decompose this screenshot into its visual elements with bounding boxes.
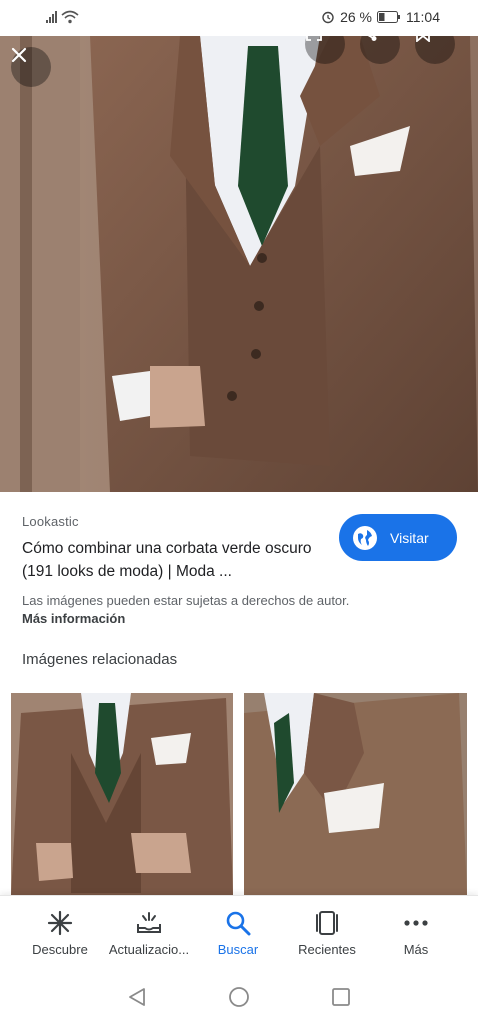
nav-recientes[interactable]: Recientes bbox=[279, 896, 375, 970]
related-image-1[interactable] bbox=[11, 693, 233, 895]
nav-label-buscar: Buscar bbox=[217, 942, 259, 957]
visit-label: Visitar bbox=[390, 529, 429, 546]
globe-icon bbox=[353, 525, 377, 550]
connectivity-indicators bbox=[46, 10, 79, 24]
asterisk-icon bbox=[47, 910, 73, 936]
bookmark-icon bbox=[416, 36, 430, 42]
nav-label-descubre: Descubre bbox=[32, 942, 88, 957]
battery-percent: 26 % bbox=[340, 9, 372, 25]
home-circle-icon bbox=[229, 987, 249, 1007]
more-info-link[interactable]: Más información bbox=[22, 611, 125, 626]
nav-mas[interactable]: Más bbox=[368, 896, 464, 970]
nav-descubre[interactable]: Descubre bbox=[12, 896, 108, 970]
close-icon bbox=[11, 47, 27, 63]
related-photo-2 bbox=[244, 693, 467, 895]
result-title[interactable]: Cómo combinar una corbata verde oscuro (… bbox=[22, 537, 322, 583]
signal-icon bbox=[46, 11, 57, 23]
nav-actualizaciones[interactable]: Actualizacio... bbox=[101, 896, 197, 970]
wifi-icon bbox=[61, 10, 79, 24]
related-images-heading: Imágenes relacionadas bbox=[22, 651, 178, 668]
nav-label-actualizaciones: Actualizacio... bbox=[108, 942, 190, 957]
back-triangle-icon bbox=[129, 988, 145, 1006]
nav-buscar[interactable]: Buscar bbox=[190, 896, 286, 970]
related-image-2[interactable] bbox=[244, 693, 467, 895]
home-button[interactable] bbox=[227, 985, 251, 1009]
close-button[interactable] bbox=[11, 47, 51, 87]
alarm-icon bbox=[322, 11, 334, 24]
nav-label-mas: Más bbox=[403, 942, 429, 957]
nav-label-recientes: Recientes bbox=[298, 942, 356, 957]
source-site[interactable]: Lookastic bbox=[22, 514, 79, 529]
clock: 11:04 bbox=[406, 9, 440, 25]
copyright-notice: Las imágenes pueden estar sujetas a dere… bbox=[22, 593, 350, 608]
lens-icon bbox=[306, 36, 322, 41]
more-icon bbox=[404, 920, 428, 926]
related-photo-1 bbox=[11, 693, 233, 895]
battery-icon bbox=[377, 11, 400, 23]
system-navigation-bar bbox=[0, 969, 478, 1024]
recents-icon bbox=[316, 911, 338, 935]
visit-button[interactable]: Visitar bbox=[339, 514, 457, 561]
back-button[interactable] bbox=[125, 985, 149, 1009]
status-bar: 26 % 11:04 bbox=[0, 0, 478, 36]
suit-photo bbox=[0, 36, 478, 492]
overview-square-icon bbox=[332, 988, 350, 1006]
bottom-navigation: Descubre Actualizacio... Buscar Reciente… bbox=[0, 895, 478, 969]
status-right: 26 % 11:04 bbox=[321, 9, 440, 25]
updates-icon bbox=[137, 912, 161, 933]
share-icon bbox=[367, 36, 377, 41]
overview-button[interactable] bbox=[329, 985, 353, 1009]
main-image[interactable] bbox=[0, 36, 478, 492]
search-icon bbox=[226, 911, 251, 936]
